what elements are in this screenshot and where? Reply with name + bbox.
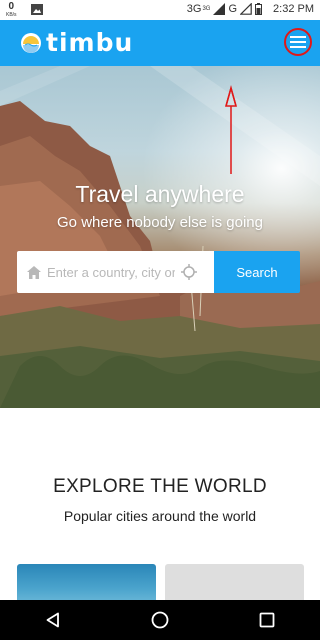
- status-right: 3G 3G G 2:32 PM: [187, 3, 314, 15]
- app-header: timbu: [0, 20, 320, 66]
- nav-back-button[interactable]: [33, 600, 73, 640]
- nav-home-button[interactable]: [140, 600, 180, 640]
- explore-subtitle: Popular cities around the world: [63, 508, 257, 524]
- network-type: 3G: [186, 3, 202, 15]
- explore-title: EXPLORE THE WORLD: [53, 476, 267, 497]
- status-time: 2:32 PM: [273, 3, 314, 15]
- hero-subtitle: Go where nobody else is going: [57, 214, 263, 231]
- image-notification-icon: [30, 4, 43, 15]
- crosshair-icon[interactable]: [181, 264, 197, 280]
- hero-banner: Travel anywhere Go where nobody else is …: [0, 66, 320, 408]
- status-bar: 0 KB/s 3G 3G G 2:32 PM: [0, 0, 320, 20]
- system-nav-bar: [0, 600, 320, 640]
- hero-title: Travel anywhere: [75, 181, 245, 207]
- network-speed-value: 0: [8, 1, 15, 12]
- search-box[interactable]: [17, 251, 214, 293]
- signal-outline-icon: [240, 3, 252, 15]
- logo-sun-icon: [21, 32, 41, 53]
- signal-icon: [213, 3, 226, 15]
- battery-icon: [255, 3, 263, 15]
- hero-background-image: [0, 66, 320, 408]
- search-button[interactable]: Search: [214, 251, 300, 293]
- hamburger-menu-icon: [290, 36, 306, 48]
- city-card[interactable]: [165, 564, 304, 604]
- logo[interactable]: timbu: [20, 28, 133, 57]
- status-left: 0 KB/s: [6, 2, 43, 18]
- search-input[interactable]: [47, 264, 175, 280]
- screen: 0 KB/s 3G 3G G 2:32 PM timbu Travel anyw…: [0, 0, 320, 640]
- network-speed: 0 KB/s: [6, 2, 17, 18]
- back-triangle-icon: [46, 612, 60, 628]
- circle-home-icon: [151, 611, 169, 629]
- menu-button[interactable]: [284, 28, 312, 56]
- logo-text: timbu: [46, 28, 134, 57]
- carrier-letter: G: [228, 3, 238, 15]
- home-icon: [27, 265, 41, 279]
- square-recents-icon: [259, 612, 275, 628]
- nav-recents-button[interactable]: [247, 600, 287, 640]
- city-card[interactable]: [17, 564, 156, 604]
- network-speed-unit: KB/s: [6, 12, 17, 18]
- network-type-sup: 3G: [202, 6, 211, 12]
